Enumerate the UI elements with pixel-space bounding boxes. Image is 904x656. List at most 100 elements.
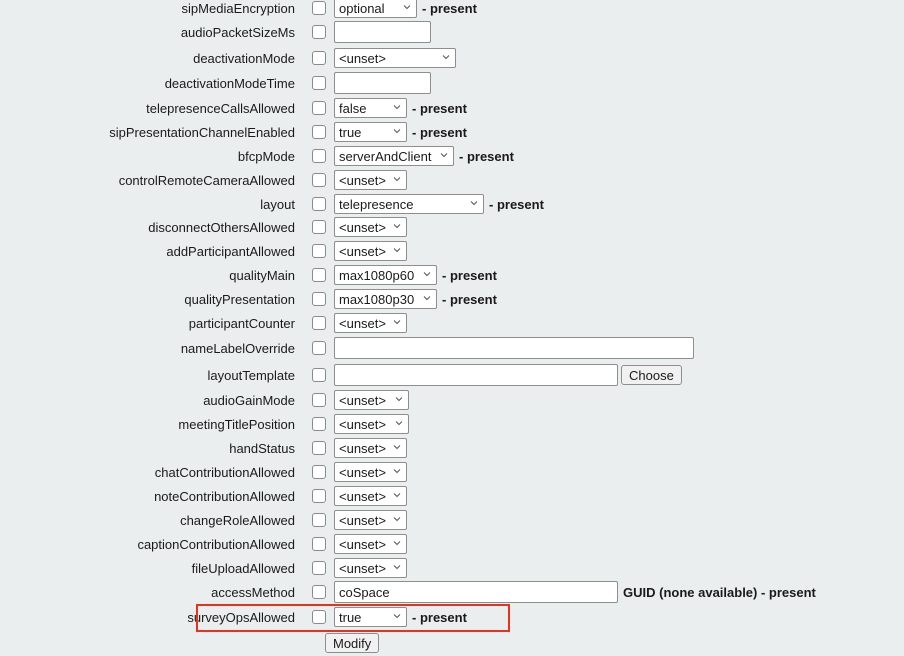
field-row-audio-gain-mode: audioGainMode <unset> <box>0 389 409 411</box>
field-label: qualityMain <box>229 267 295 283</box>
field-label: nameLabelOverride <box>180 340 295 356</box>
field-label: chatContributionAllowed <box>154 464 295 480</box>
audio-packet-size-ms-input[interactable] <box>334 21 431 43</box>
modify-checkbox[interactable] <box>312 268 326 282</box>
hand-status-select[interactable]: <unset> <box>334 438 407 458</box>
chat-contribution-allowed-select[interactable]: <unset> <box>334 462 407 482</box>
modify-checkbox[interactable] <box>312 585 326 599</box>
chevron-down-icon <box>393 469 401 474</box>
modify-checkbox[interactable] <box>312 561 326 575</box>
field-row-file-upload-allowed: fileUploadAllowed <unset> <box>0 557 407 579</box>
name-label-override-input[interactable] <box>334 337 694 359</box>
modify-checkbox[interactable] <box>312 489 326 503</box>
modify-checkbox[interactable] <box>312 393 326 407</box>
selected-value: max1080p60 <box>339 267 415 283</box>
chevron-down-icon <box>470 201 478 206</box>
selected-value: telepresence <box>339 196 414 212</box>
participant-counter-select[interactable]: <unset> <box>334 313 407 333</box>
modify-checkbox[interactable] <box>312 76 326 90</box>
field-label: telepresenceCallsAllowed <box>146 100 295 116</box>
modify-checkbox[interactable] <box>312 537 326 551</box>
field-row-hand-status: handStatus <unset> <box>0 437 407 459</box>
access-method-input[interactable]: coSpace <box>334 581 618 603</box>
layout-template-input[interactable] <box>334 364 618 386</box>
modify-checkbox[interactable] <box>312 244 326 258</box>
quality-main-select[interactable]: max1080p60 <box>334 265 437 285</box>
field-row-disconnect-others-allowed: disconnectOthersAllowed <unset> <box>0 216 407 238</box>
modify-button[interactable]: Modify <box>325 633 380 653</box>
caption-contribution-allowed-select[interactable]: <unset> <box>334 534 407 554</box>
modify-checkbox[interactable] <box>312 220 326 234</box>
deactivation-mode-time-input[interactable] <box>334 72 431 94</box>
modify-checkbox[interactable] <box>312 341 326 355</box>
field-label: addParticipantAllowed <box>166 243 295 259</box>
sip-presentation-channel-enabled-select[interactable]: true <box>334 122 407 142</box>
field-row-audio-packet-size-ms: audioPacketSizeMs <box>0 21 431 43</box>
sip-media-encryption-select[interactable]: optional <box>334 0 417 18</box>
field-label: meetingTitlePosition <box>178 416 295 432</box>
chevron-down-icon <box>393 248 401 253</box>
field-label: audioPacketSizeMs <box>180 24 295 40</box>
modify-checkbox[interactable] <box>312 1 326 15</box>
modify-checkbox[interactable] <box>312 101 326 115</box>
input-value: coSpace <box>339 584 390 600</box>
field-label: sipMediaEncryption <box>181 0 295 16</box>
control-remote-camera-allowed-select[interactable]: <unset> <box>334 170 407 190</box>
field-label: bfcpMode <box>237 148 295 164</box>
change-role-allowed-select[interactable]: <unset> <box>334 510 407 530</box>
field-label: participantCounter <box>188 315 295 331</box>
chevron-down-icon <box>393 541 401 546</box>
selected-value: <unset> <box>339 315 386 331</box>
selected-value: max1080p30 <box>339 291 415 307</box>
modify-checkbox[interactable] <box>312 25 326 39</box>
present-indicator: - present <box>442 267 497 283</box>
field-label: deactivationModeTime <box>164 75 295 91</box>
bfcp-mode-select[interactable]: serverAndClient <box>334 146 454 166</box>
field-row-chat-contribution-allowed: chatContributionAllowed <unset> <box>0 461 407 483</box>
modify-checkbox[interactable] <box>312 417 326 431</box>
audio-gain-mode-select[interactable]: <unset> <box>334 390 409 410</box>
field-label: disconnectOthersAllowed <box>148 219 295 235</box>
field-label: accessMethod <box>211 584 295 600</box>
modify-checkbox[interactable] <box>312 441 326 455</box>
field-row-quality-presentation: qualityPresentation max1080p30 - present <box>0 288 497 310</box>
chevron-down-icon <box>393 445 401 450</box>
field-label: qualityPresentation <box>184 291 295 307</box>
modify-checkbox[interactable] <box>312 368 326 382</box>
selected-value: false <box>339 100 367 116</box>
disconnect-others-allowed-select[interactable]: <unset> <box>334 217 407 237</box>
field-label: sipPresentationChannelEnabled <box>109 124 295 140</box>
choose-button[interactable]: Choose <box>621 365 682 385</box>
modify-checkbox[interactable] <box>312 51 326 65</box>
note-contribution-allowed-select[interactable]: <unset> <box>334 486 407 506</box>
deactivation-mode-select[interactable]: <unset> <box>334 48 456 68</box>
modify-checkbox[interactable] <box>312 316 326 330</box>
telepresence-calls-allowed-select[interactable]: false <box>334 98 407 118</box>
chevron-down-icon <box>393 129 401 134</box>
meeting-title-position-select[interactable]: <unset> <box>334 414 409 434</box>
modify-checkbox[interactable] <box>312 197 326 211</box>
chevron-down-icon <box>393 224 401 229</box>
quality-presentation-select[interactable]: max1080p30 <box>334 289 437 309</box>
present-indicator: - present <box>489 196 544 212</box>
file-upload-allowed-select[interactable]: <unset> <box>334 558 407 578</box>
selected-value: <unset> <box>339 464 386 480</box>
field-row-sip-media-encryption: sipMediaEncryption optional - present <box>0 0 477 19</box>
selected-value: <unset> <box>339 219 386 235</box>
chevron-down-icon <box>442 55 450 60</box>
modify-checkbox[interactable] <box>312 173 326 187</box>
field-row-control-remote-camera-allowed: controlRemoteCameraAllowed <unset> <box>0 169 407 191</box>
selected-value: <unset> <box>339 243 386 259</box>
layout-select[interactable]: telepresence <box>334 194 484 214</box>
field-row-quality-main: qualityMain max1080p60 - present <box>0 264 497 286</box>
chevron-down-icon <box>393 517 401 522</box>
selected-value: true <box>339 124 362 140</box>
modify-checkbox[interactable] <box>312 292 326 306</box>
modify-checkbox[interactable] <box>312 125 326 139</box>
modify-checkbox[interactable] <box>312 465 326 479</box>
modify-checkbox[interactable] <box>312 513 326 527</box>
chevron-down-icon <box>403 5 411 10</box>
modify-checkbox[interactable] <box>312 149 326 163</box>
add-participant-allowed-select[interactable]: <unset> <box>334 241 407 261</box>
field-label: layoutTemplate <box>207 367 295 383</box>
